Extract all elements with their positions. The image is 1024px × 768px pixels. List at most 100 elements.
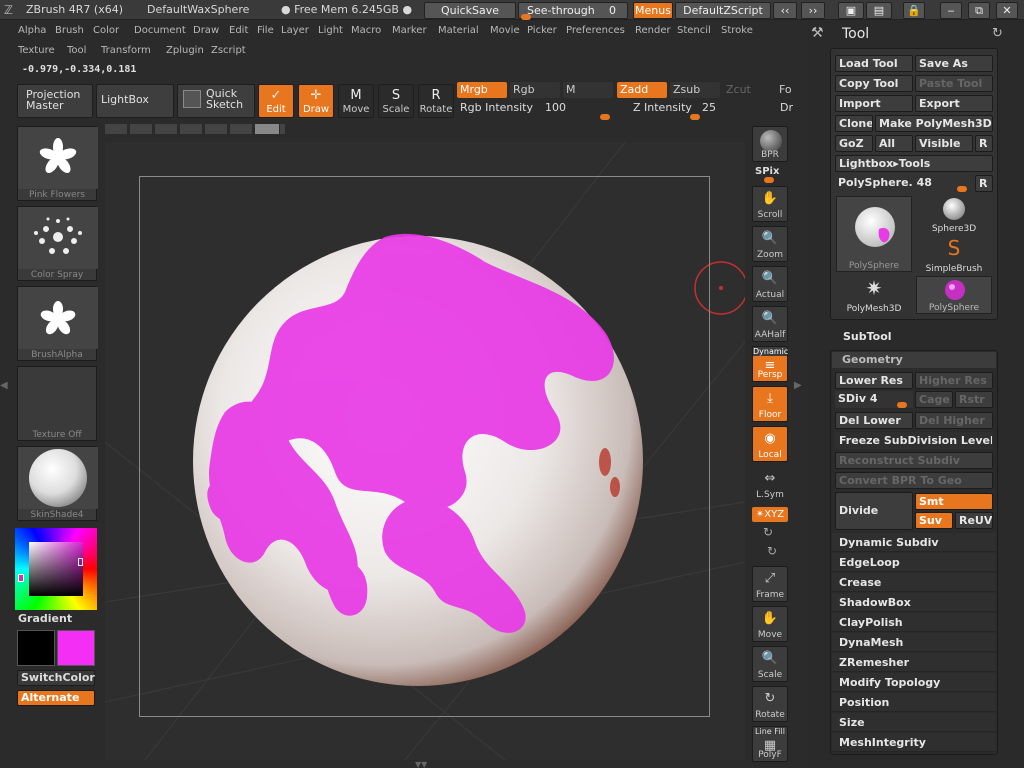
zcut-toggle[interactable]: Zcut <box>723 82 773 98</box>
reuv-toggle[interactable]: ReUV <box>955 512 993 529</box>
export-button[interactable]: Export <box>915 95 993 112</box>
tool-thumb-simplebrush[interactable]: S SimpleBrush <box>916 236 992 274</box>
brush-thumb[interactable]: Pink Flowers <box>17 126 98 201</box>
persp-button[interactable]: Dynamic ≡ Persp <box>752 346 788 382</box>
divide-button[interactable]: Divide <box>835 492 913 530</box>
rgb-toggle[interactable]: Rgb <box>510 82 560 98</box>
z-intensity-slider[interactable]: Z Intensity 25 <box>630 100 790 120</box>
focal-shift-label[interactable]: Fo <box>776 82 796 98</box>
quicksave-button[interactable]: QuickSave <box>424 2 516 19</box>
section-dynamic-subdiv[interactable]: Dynamic Subdiv <box>832 533 996 552</box>
save-as-button[interactable]: Save As <box>915 55 993 72</box>
section-shadowbox[interactable]: ShadowBox <box>832 593 996 612</box>
tool-thumb-polysphere-main[interactable]: PolySphere <box>836 196 912 272</box>
load-tool-button[interactable]: Load Tool <box>835 55 913 72</box>
convert-bpr-button[interactable]: Convert BPR To Geo <box>835 472 993 489</box>
menu-preferences[interactable]: Preferences <box>566 25 625 36</box>
scale-mode-button[interactable]: S Scale <box>378 84 414 118</box>
spix-knob[interactable] <box>764 177 774 183</box>
scroll-left-icon[interactable]: ‹‹ <box>773 2 797 19</box>
del-lower-button[interactable]: Del Lower <box>835 412 913 429</box>
menu-zplugin[interactable]: Zplugin <box>166 45 204 56</box>
current-tool-slider[interactable]: PolySphere. 48 <box>835 175 973 192</box>
rstr-button[interactable]: Rstr <box>955 391 993 408</box>
section-zremesher[interactable]: ZRemesher <box>832 653 996 672</box>
default-zscript-button[interactable]: DefaultZScript <box>675 2 771 19</box>
lsym-button[interactable]: ⇔ L.Sym <box>752 466 788 502</box>
mrgb-toggle[interactable]: Mrgb <box>457 82 507 98</box>
menu-transform[interactable]: Transform <box>101 45 151 56</box>
see-through-slider[interactable]: See-through 0 <box>518 2 628 20</box>
section-crease[interactable]: Crease <box>832 573 996 592</box>
menu-edit[interactable]: Edit <box>229 25 248 36</box>
geometry-header[interactable]: Geometry <box>832 352 996 368</box>
sdiv-knob[interactable] <box>897 402 907 408</box>
zsub-toggle[interactable]: Zsub <box>670 82 720 98</box>
scroll-button[interactable]: ✋ Scroll <box>752 186 788 222</box>
bottom-collapse-icon[interactable]: ▼▼ <box>415 760 439 768</box>
menu-picker[interactable]: Picker <box>527 25 557 36</box>
menu-macro[interactable]: Macro <box>351 25 381 36</box>
menu-zscript[interactable]: Zscript <box>211 45 246 56</box>
draw-mode-button[interactable]: ✛ Draw <box>298 84 334 118</box>
tool-thumb-polysphere-small[interactable]: PolySphere <box>916 276 992 314</box>
smt-toggle[interactable]: Smt <box>915 493 993 510</box>
secondary-color-swatch[interactable] <box>57 630 95 666</box>
saturation-marker[interactable] <box>78 558 83 566</box>
layout2-icon[interactable]: ▤ <box>866 2 892 19</box>
restore-icon[interactable]: ⧉ <box>968 2 990 19</box>
rotate-y-icon[interactable]: ↻ <box>763 525 773 539</box>
projection-master-button[interactable]: Projection Master <box>17 84 93 118</box>
paste-tool-button[interactable]: Paste Tool <box>915 75 993 92</box>
rotate-z-icon[interactable]: ↻ <box>767 544 777 558</box>
section-edgeloop[interactable]: EdgeLoop <box>832 553 996 572</box>
scroll-right-icon[interactable]: ›› <box>801 2 825 19</box>
menu-alpha[interactable]: Alpha <box>18 25 46 36</box>
frame-button[interactable]: ⤢ Frame <box>752 566 788 602</box>
menu-layer[interactable]: Layer <box>281 25 309 36</box>
menu-marker[interactable]: Marker <box>392 25 427 36</box>
zadd-toggle[interactable]: Zadd <box>617 82 667 98</box>
canvas-tab-active[interactable] <box>255 124 279 134</box>
menu-document[interactable]: Document <box>134 25 186 36</box>
rgb-intensity-slider[interactable]: Rgb Intensity 100 <box>457 100 617 120</box>
xyz-toggle[interactable]: ✴XYZ <box>752 507 788 522</box>
sdiv-slider[interactable]: SDiv 4 <box>835 391 913 408</box>
material-thumb[interactable]: SkinShade4 <box>17 446 98 521</box>
rgb-intensity-knob[interactable] <box>600 114 610 120</box>
m-toggle[interactable]: M <box>563 82 613 98</box>
section-dynamesh[interactable]: DynaMesh <box>832 633 996 652</box>
section-size[interactable]: Size <box>832 713 996 732</box>
menu-render[interactable]: Render <box>635 25 671 36</box>
minimize-icon[interactable]: ‒ <box>940 2 962 19</box>
current-tool-knob[interactable] <box>957 186 967 192</box>
goz-r-button[interactable]: R <box>975 135 993 152</box>
menu-material[interactable]: Material <box>438 25 479 36</box>
higher-res-button[interactable]: Higher Res <box>915 372 993 389</box>
document-canvas[interactable] <box>105 142 745 760</box>
menu-draw[interactable]: Draw <box>193 25 219 36</box>
close-icon[interactable]: ✕ <box>996 2 1018 19</box>
lower-res-button[interactable]: Lower Res <box>835 372 913 389</box>
z-intensity-knob[interactable] <box>690 114 700 120</box>
switch-color-button[interactable]: SwitchColor <box>17 670 95 686</box>
goz-button[interactable]: GoZ <box>835 135 873 152</box>
stroke-thumb[interactable]: Color Spray <box>17 206 98 281</box>
clone-button[interactable]: Clone <box>835 115 873 132</box>
import-button[interactable]: Import <box>835 95 913 112</box>
scale-view-button[interactable]: 🔍 Scale <box>752 646 788 682</box>
primary-color-swatch[interactable] <box>17 630 55 666</box>
menu-tool[interactable]: Tool <box>67 45 86 56</box>
aahalf-button[interactable]: 🔍 AAHalf <box>752 306 788 342</box>
local-button[interactable]: ◉ Local <box>752 426 788 462</box>
freeze-subdivision-button[interactable]: Freeze SubDivision Levels <box>835 432 993 449</box>
menu-movie[interactable]: Movie <box>490 25 520 36</box>
zoom-button[interactable]: 🔍 Zoom <box>752 226 788 262</box>
color-picker-square[interactable] <box>29 542 83 596</box>
goz-all-button[interactable]: All <box>875 135 913 152</box>
goz-visible-button[interactable]: Visible <box>915 135 973 152</box>
polyf-button[interactable]: Line Fill ▦ PolyF <box>752 726 788 762</box>
section-position[interactable]: Position <box>832 693 996 712</box>
edit-mode-button[interactable]: ✓ Edit <box>258 84 294 118</box>
menu-light[interactable]: Light <box>318 25 343 36</box>
